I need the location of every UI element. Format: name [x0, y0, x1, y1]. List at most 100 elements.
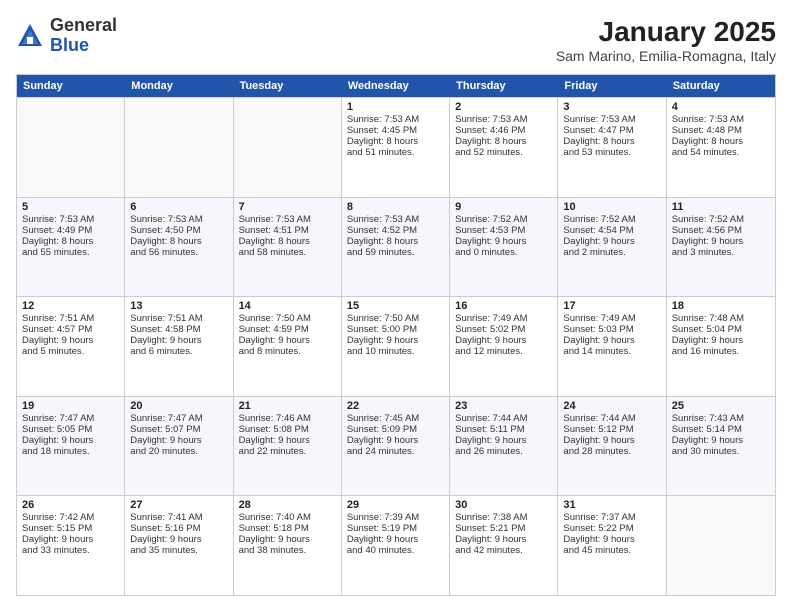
- calendar-row-4: 26Sunrise: 7:42 AMSunset: 5:15 PMDayligh…: [17, 495, 775, 595]
- header-day-saturday: Saturday: [667, 75, 775, 97]
- day-number: 11: [672, 201, 770, 213]
- header-day-sunday: Sunday: [17, 75, 125, 97]
- day-number: 7: [239, 201, 336, 213]
- day-info: Sunset: 5:14 PM: [672, 424, 770, 435]
- day-info: Sunset: 4:52 PM: [347, 225, 444, 236]
- logo: General Blue: [16, 16, 117, 56]
- calendar-cell: 26Sunrise: 7:42 AMSunset: 5:15 PMDayligh…: [17, 496, 125, 595]
- day-info: Daylight: 9 hours: [563, 335, 660, 346]
- calendar-cell: 20Sunrise: 7:47 AMSunset: 5:07 PMDayligh…: [125, 397, 233, 496]
- day-info: and 30 minutes.: [672, 446, 770, 457]
- header-day-monday: Monday: [125, 75, 233, 97]
- calendar-cell: 13Sunrise: 7:51 AMSunset: 4:58 PMDayligh…: [125, 297, 233, 396]
- day-info: Sunrise: 7:53 AM: [563, 114, 660, 125]
- calendar-cell: 8Sunrise: 7:53 AMSunset: 4:52 PMDaylight…: [342, 198, 450, 297]
- day-info: and 59 minutes.: [347, 247, 444, 258]
- day-info: Sunrise: 7:44 AM: [563, 413, 660, 424]
- day-info: Daylight: 9 hours: [347, 335, 444, 346]
- day-info: Sunset: 4:49 PM: [22, 225, 119, 236]
- subtitle: Sam Marino, Emilia-Romagna, Italy: [556, 48, 776, 64]
- calendar-cell: 16Sunrise: 7:49 AMSunset: 5:02 PMDayligh…: [450, 297, 558, 396]
- calendar-cell: 25Sunrise: 7:43 AMSunset: 5:14 PMDayligh…: [667, 397, 775, 496]
- day-info: Daylight: 9 hours: [455, 335, 552, 346]
- logo-text: General Blue: [50, 16, 117, 56]
- day-number: 26: [22, 499, 119, 511]
- day-info: Sunset: 5:04 PM: [672, 324, 770, 335]
- day-info: and 51 minutes.: [347, 147, 444, 158]
- logo-general-text: General: [50, 16, 117, 36]
- calendar-row-2: 12Sunrise: 7:51 AMSunset: 4:57 PMDayligh…: [17, 296, 775, 396]
- day-number: 15: [347, 300, 444, 312]
- day-info: Sunrise: 7:44 AM: [455, 413, 552, 424]
- day-info: Sunrise: 7:51 AM: [22, 313, 119, 324]
- day-info: Sunset: 5:07 PM: [130, 424, 227, 435]
- header: General Blue January 2025 Sam Marino, Em…: [16, 16, 776, 64]
- day-number: 8: [347, 201, 444, 213]
- calendar-row-1: 5Sunrise: 7:53 AMSunset: 4:49 PMDaylight…: [17, 197, 775, 297]
- calendar-cell: [234, 98, 342, 197]
- day-info: Sunset: 4:45 PM: [347, 125, 444, 136]
- logo-icon: [16, 22, 44, 50]
- day-info: Daylight: 9 hours: [239, 335, 336, 346]
- calendar-cell: 10Sunrise: 7:52 AMSunset: 4:54 PMDayligh…: [558, 198, 666, 297]
- day-info: and 8 minutes.: [239, 346, 336, 357]
- calendar-cell: 1Sunrise: 7:53 AMSunset: 4:45 PMDaylight…: [342, 98, 450, 197]
- calendar-cell: [667, 496, 775, 595]
- title-block: January 2025 Sam Marino, Emilia-Romagna,…: [556, 16, 776, 64]
- day-info: and 24 minutes.: [347, 446, 444, 457]
- day-info: Sunset: 4:54 PM: [563, 225, 660, 236]
- day-number: 3: [563, 101, 660, 113]
- calendar-header: SundayMondayTuesdayWednesdayThursdayFrid…: [17, 75, 775, 97]
- day-info: Sunrise: 7:53 AM: [347, 214, 444, 225]
- day-info: Daylight: 9 hours: [455, 435, 552, 446]
- day-number: 30: [455, 499, 552, 511]
- day-number: 29: [347, 499, 444, 511]
- day-info: Sunrise: 7:53 AM: [22, 214, 119, 225]
- day-info: Daylight: 9 hours: [22, 435, 119, 446]
- day-number: 12: [22, 300, 119, 312]
- day-info: Sunrise: 7:53 AM: [239, 214, 336, 225]
- day-info: Sunset: 5:21 PM: [455, 523, 552, 534]
- calendar-cell: [125, 98, 233, 197]
- day-info: Sunset: 4:48 PM: [672, 125, 770, 136]
- calendar: SundayMondayTuesdayWednesdayThursdayFrid…: [16, 74, 776, 596]
- day-number: 14: [239, 300, 336, 312]
- day-info: Daylight: 9 hours: [563, 236, 660, 247]
- day-info: Sunrise: 7:39 AM: [347, 512, 444, 523]
- day-info: Sunset: 5:09 PM: [347, 424, 444, 435]
- day-info: and 3 minutes.: [672, 247, 770, 258]
- day-info: Sunrise: 7:52 AM: [455, 214, 552, 225]
- day-info: Daylight: 9 hours: [130, 335, 227, 346]
- day-info: Daylight: 9 hours: [130, 435, 227, 446]
- header-day-friday: Friday: [558, 75, 666, 97]
- calendar-cell: 11Sunrise: 7:52 AMSunset: 4:56 PMDayligh…: [667, 198, 775, 297]
- calendar-cell: 4Sunrise: 7:53 AMSunset: 4:48 PMDaylight…: [667, 98, 775, 197]
- calendar-cell: 17Sunrise: 7:49 AMSunset: 5:03 PMDayligh…: [558, 297, 666, 396]
- day-info: and 14 minutes.: [563, 346, 660, 357]
- calendar-cell: 9Sunrise: 7:52 AMSunset: 4:53 PMDaylight…: [450, 198, 558, 297]
- calendar-cell: 15Sunrise: 7:50 AMSunset: 5:00 PMDayligh…: [342, 297, 450, 396]
- day-info: Daylight: 8 hours: [239, 236, 336, 247]
- day-info: Sunset: 4:47 PM: [563, 125, 660, 136]
- day-info: Sunrise: 7:43 AM: [672, 413, 770, 424]
- day-info: and 12 minutes.: [455, 346, 552, 357]
- logo-blue-text: Blue: [50, 36, 117, 56]
- day-info: Sunrise: 7:50 AM: [239, 313, 336, 324]
- day-info: Sunrise: 7:50 AM: [347, 313, 444, 324]
- day-number: 22: [347, 400, 444, 412]
- day-info: Sunrise: 7:42 AM: [22, 512, 119, 523]
- day-info: Sunrise: 7:40 AM: [239, 512, 336, 523]
- day-number: 20: [130, 400, 227, 412]
- day-info: Sunrise: 7:47 AM: [22, 413, 119, 424]
- day-info: Daylight: 8 hours: [22, 236, 119, 247]
- day-info: Daylight: 8 hours: [563, 136, 660, 147]
- calendar-cell: 7Sunrise: 7:53 AMSunset: 4:51 PMDaylight…: [234, 198, 342, 297]
- calendar-cell: 6Sunrise: 7:53 AMSunset: 4:50 PMDaylight…: [125, 198, 233, 297]
- calendar-cell: 19Sunrise: 7:47 AMSunset: 5:05 PMDayligh…: [17, 397, 125, 496]
- day-info: Sunrise: 7:38 AM: [455, 512, 552, 523]
- day-number: 13: [130, 300, 227, 312]
- header-day-wednesday: Wednesday: [342, 75, 450, 97]
- day-info: and 55 minutes.: [22, 247, 119, 258]
- day-info: Sunset: 5:11 PM: [455, 424, 552, 435]
- day-info: and 0 minutes.: [455, 247, 552, 258]
